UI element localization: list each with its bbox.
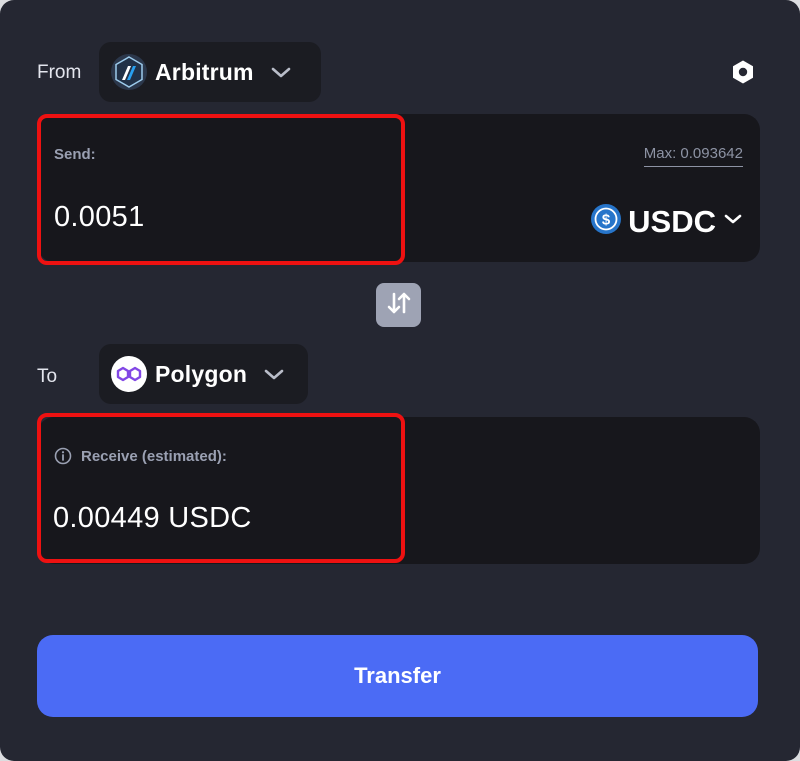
send-panel: Send: 0.0051 Max: 0.093642 $ USDC [38, 114, 760, 262]
to-label: To [37, 366, 58, 387]
receive-label: Receive (estimated): [81, 448, 227, 465]
chevron-down-icon [266, 57, 296, 87]
bridge-widget: From Arbitrum Send: 0.0051 Max: 0.093642 [0, 0, 800, 761]
svg-text:$: $ [602, 212, 611, 229]
token-selector[interactable]: $ USDC [590, 203, 744, 240]
chevron-down-icon [259, 359, 289, 389]
transfer-button[interactable]: Transfer [37, 635, 758, 717]
from-chain-selector[interactable]: Arbitrum [99, 42, 321, 102]
receive-panel: Receive (estimated): 0.00449 USDC [38, 417, 760, 564]
gear-icon[interactable] [729, 58, 757, 86]
swap-direction-button[interactable] [376, 283, 421, 327]
from-chain-name: Arbitrum [155, 58, 254, 85]
usdc-logo-icon: $ [590, 203, 622, 240]
send-label: Send: [54, 146, 96, 163]
swap-direction-icon [385, 289, 413, 322]
chevron-down-icon [722, 208, 744, 235]
info-icon [54, 447, 72, 470]
max-button[interactable]: Max: 0.093642 [643, 145, 743, 167]
from-label: From [37, 62, 82, 83]
arbitrum-logo-icon [111, 54, 147, 90]
polygon-logo-icon [111, 356, 147, 392]
to-chain-name: Polygon [155, 360, 248, 387]
receive-amount: 0.00449 USDC [53, 502, 252, 534]
token-name: USDC [628, 203, 716, 239]
send-amount-input[interactable]: 0.0051 [54, 201, 145, 234]
to-chain-selector[interactable]: Polygon [99, 344, 308, 404]
